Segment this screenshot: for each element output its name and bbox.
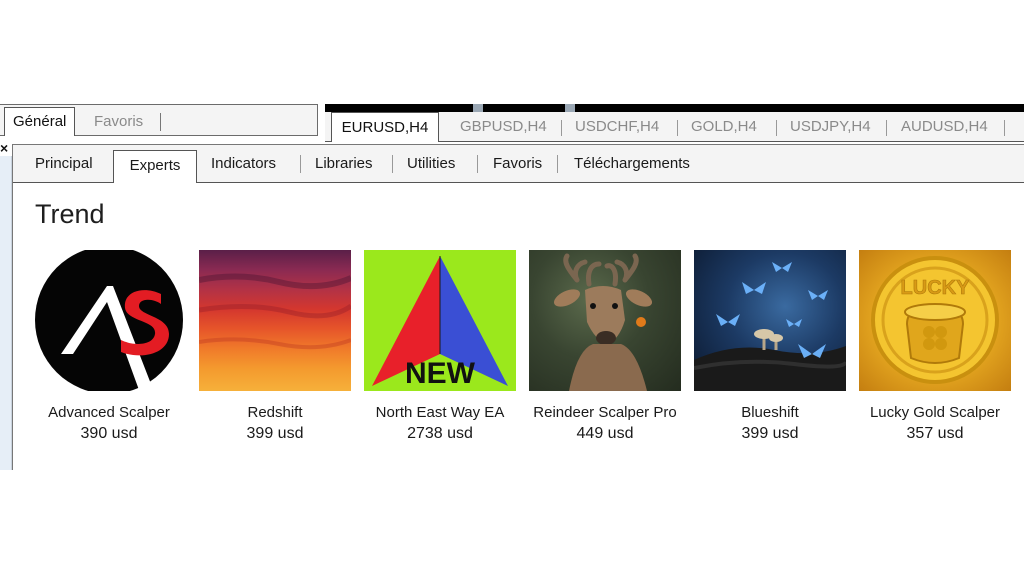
product-price: 357 usd: [906, 425, 964, 442]
tab-principal[interactable]: Principal: [35, 153, 93, 175]
chart-tab-usdchf[interactable]: USDCHF,H4: [575, 114, 659, 140]
product-price: 399 usd: [741, 425, 799, 442]
product-card[interactable]: Advanced Scalper 390 usd: [33, 250, 185, 443]
product-card[interactable]: NEW North East Way EA 2738 usd: [364, 250, 516, 443]
tab-separator: [477, 155, 478, 173]
tab-separator: [160, 113, 161, 131]
lucky-gold-coin-icon[interactable]: LUCKY: [859, 250, 1011, 391]
tab-separator: [886, 120, 887, 136]
chart-tab-gbpusd[interactable]: GBPUSD,H4: [460, 114, 547, 140]
tab-separator: [1004, 120, 1005, 136]
product-card[interactable]: Reindeer Scalper Pro 449 usd: [529, 250, 681, 443]
product-card[interactable]: LUCKY Lucky Gold Scalper 357 usd: [859, 250, 1011, 443]
product-price: 399 usd: [246, 425, 304, 442]
product-name[interactable]: Advanced Scalper: [33, 404, 185, 421]
tab-separator: [392, 155, 393, 173]
product-name[interactable]: Reindeer Scalper Pro: [529, 404, 681, 421]
product-price: 2738 usd: [407, 425, 473, 442]
chart-tab-gold[interactable]: GOLD,H4: [691, 114, 757, 140]
section-title: Trend: [35, 199, 105, 229]
tab-favoris-market[interactable]: Favoris: [493, 153, 542, 175]
product-price: 390 usd: [80, 425, 138, 442]
market-tabbar: Principal Experts Indicators Libraries U…: [13, 145, 1024, 183]
chart-tabbar: EURUSD,H4 GBPUSD,H4 USDCHF,H4 GOLD,H4 US…: [325, 112, 1024, 142]
chart-tab-eurusd[interactable]: EURUSD,H4: [331, 112, 439, 142]
tab-indicators[interactable]: Indicators: [211, 153, 276, 175]
tab-favoris[interactable]: Favoris: [86, 109, 151, 135]
product-name[interactable]: North East Way EA: [364, 404, 516, 421]
tab-separator: [776, 120, 777, 136]
tab-general[interactable]: Général: [4, 107, 76, 136]
new-arrow-logo-icon[interactable]: NEW: [364, 250, 516, 391]
reindeer-photo-icon[interactable]: [529, 250, 681, 391]
new-badge-text: NEW: [405, 357, 476, 390]
tab-libraries[interactable]: Libraries: [315, 153, 373, 175]
tab-utilities[interactable]: Utilities: [407, 153, 455, 175]
strip-gap: [565, 104, 575, 112]
tab-experts[interactable]: Experts: [113, 150, 197, 183]
product-name[interactable]: Blueshift: [694, 404, 846, 421]
tab-separator: [300, 155, 301, 173]
tab-separator: [677, 120, 678, 136]
product-name[interactable]: Lucky Gold Scalper: [859, 404, 1011, 421]
strip-gap: [473, 104, 483, 112]
left-scrollbar[interactable]: [0, 156, 12, 470]
close-icon[interactable]: ×: [0, 140, 10, 156]
red-sunset-image-icon[interactable]: [199, 250, 351, 391]
tab-separator: [557, 155, 558, 173]
blue-butterflies-image-icon[interactable]: [694, 250, 846, 391]
chart-window-strip: [325, 104, 1024, 112]
tab-separator: [561, 120, 562, 136]
product-card[interactable]: Redshift 399 usd: [199, 250, 351, 443]
chart-tab-audusd[interactable]: AUDUSD,H4: [901, 114, 988, 140]
tab-telechargements[interactable]: Téléchargements: [574, 153, 690, 175]
advanced-scalper-logo-icon[interactable]: [33, 250, 185, 391]
chart-tab-usdjpy[interactable]: USDJPY,H4: [790, 114, 871, 140]
product-card[interactable]: Blueshift 399 usd: [694, 250, 846, 443]
product-price: 449 usd: [576, 425, 634, 442]
product-name[interactable]: Redshift: [199, 404, 351, 421]
navigator-tabbar: Général Favoris: [0, 104, 318, 136]
lucky-badge-text: LUCKY: [901, 277, 971, 299]
